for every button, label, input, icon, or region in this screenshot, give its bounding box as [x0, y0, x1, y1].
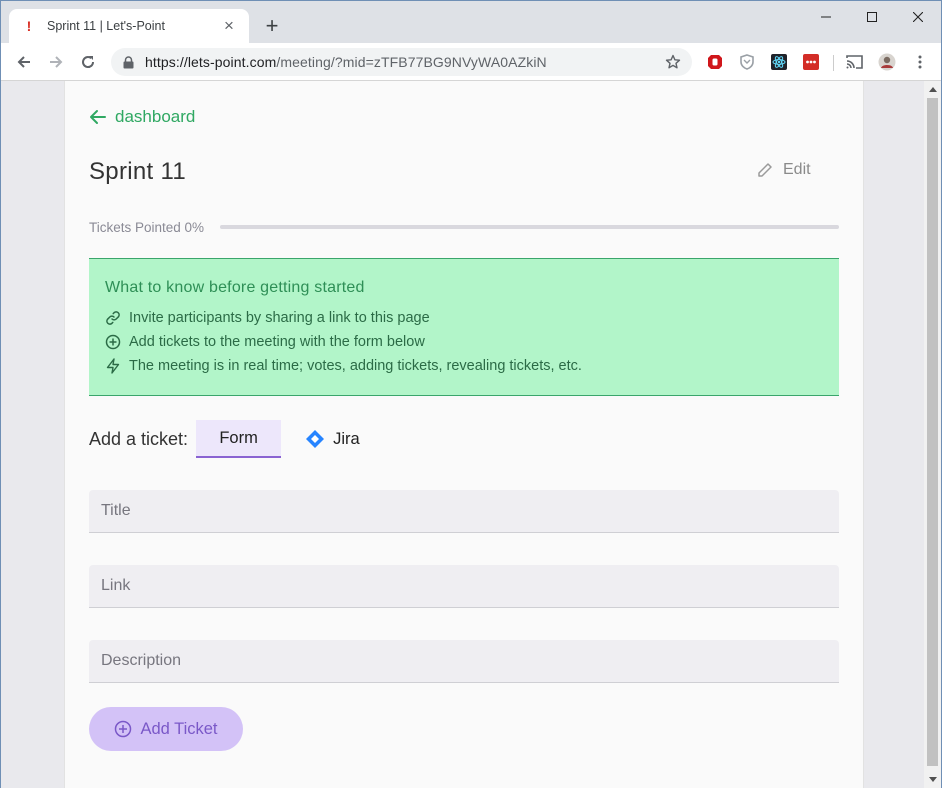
edit-label: Edit	[783, 161, 811, 178]
tab-jira-label: Jira	[333, 429, 360, 448]
scroll-down-arrow[interactable]	[924, 771, 941, 788]
scrollbar-thumb[interactable]	[927, 98, 938, 766]
forward-arrow-icon	[50, 56, 63, 68]
add-ticket-row: Add a ticket: Form Jira	[89, 419, 360, 459]
tab-strip: ! Sprint 11 | Let's-Point × +	[1, 1, 941, 43]
reload-icon	[82, 56, 95, 68]
url-path: /meeting/?mid=zTFB77BG9NVyWA0AZkiN	[276, 54, 547, 70]
react-devtools-icon[interactable]	[770, 53, 788, 71]
info-item-text: Add tickets to the meeting with the form…	[129, 334, 425, 350]
page-viewport: dashboard Sprint 11 Edit Tickets Pointed…	[1, 81, 941, 788]
info-box: What to know before getting started Invi…	[89, 258, 839, 396]
maximize-icon	[867, 12, 877, 22]
window-controls	[803, 1, 941, 33]
kebab-menu-icon[interactable]	[911, 53, 929, 71]
link-field[interactable]	[89, 565, 839, 608]
info-title: What to know before getting started	[105, 279, 365, 296]
back-button[interactable]	[10, 48, 38, 76]
info-item: The meeting is in real time; votes, addi…	[105, 354, 823, 378]
favicon-icon: !	[26, 18, 32, 34]
shield-extension-icon[interactable]	[738, 53, 756, 71]
reload-button[interactable]	[74, 48, 102, 76]
tab-title: Sprint 11 | Let's-Point	[47, 19, 165, 33]
browser-toolbar: https://lets-point.com/meeting/?mid=zTFB…	[1, 43, 941, 81]
meeting-page: dashboard Sprint 11 Edit Tickets Pointed…	[64, 81, 864, 788]
tab-form[interactable]: Form	[196, 420, 282, 458]
chevron-up-icon	[928, 87, 937, 92]
minimize-icon	[821, 16, 831, 18]
ublock-icon[interactable]	[706, 53, 724, 71]
plus-circle-icon	[105, 334, 121, 350]
progress-label: Tickets Pointed 0%	[89, 220, 205, 235]
lightning-icon	[106, 358, 120, 374]
lastpass-icon[interactable]	[802, 53, 820, 71]
info-item-text: The meeting is in real time; votes, addi…	[129, 358, 582, 374]
page-title: Sprint 11	[89, 158, 186, 185]
title-input[interactable]	[89, 490, 839, 532]
arrow-left-icon	[90, 110, 106, 124]
add-ticket-button[interactable]: Add Ticket	[89, 707, 243, 751]
vertical-scrollbar[interactable]	[924, 81, 941, 788]
title-field[interactable]	[89, 490, 839, 533]
add-ticket-label: Add a ticket:	[89, 428, 189, 449]
minimize-button[interactable]	[803, 1, 849, 33]
info-item: Invite participants by sharing a link to…	[105, 306, 823, 330]
forward-button[interactable]	[42, 48, 70, 76]
close-window-button[interactable]	[895, 1, 941, 33]
url-text[interactable]: https://lets-point.com/meeting/?mid=zTFB…	[145, 54, 664, 70]
star-icon[interactable]	[664, 54, 682, 70]
plus-circle-icon	[115, 720, 132, 738]
browser-tab[interactable]: ! Sprint 11 | Let's-Point ×	[9, 9, 249, 43]
tab-close-icon[interactable]: ×	[221, 17, 237, 34]
url-host: https://lets-point.com	[145, 54, 277, 70]
link-input[interactable]	[89, 565, 839, 607]
dashboard-back-link[interactable]: dashboard	[89, 107, 195, 127]
maximize-button[interactable]	[849, 1, 895, 33]
progress-bar	[220, 225, 839, 229]
lock-icon[interactable]	[123, 55, 137, 69]
jira-icon	[306, 430, 325, 448]
edit-button[interactable]: Edit	[757, 161, 811, 179]
back-link-label: dashboard	[115, 107, 196, 126]
description-input[interactable]	[89, 640, 839, 682]
cast-icon[interactable]	[846, 53, 864, 71]
info-item: Add tickets to the meeting with the form…	[105, 330, 823, 354]
scroll-up-arrow[interactable]	[924, 81, 941, 98]
close-icon	[913, 12, 923, 22]
chevron-down-icon	[928, 777, 937, 782]
profile-avatar[interactable]	[878, 53, 896, 71]
new-tab-button[interactable]: +	[259, 14, 285, 40]
toolbar-separator	[833, 55, 834, 71]
link-icon	[106, 311, 120, 325]
info-item-text: Invite participants by sharing a link to…	[129, 310, 430, 326]
add-ticket-button-label: Add Ticket	[140, 719, 218, 738]
tab-jira[interactable]: Jira	[305, 420, 360, 458]
back-arrow-icon	[17, 56, 30, 68]
browser-window: ! Sprint 11 | Let's-Point × + https://le…	[0, 0, 942, 788]
description-field[interactable]	[89, 640, 839, 683]
address-bar[interactable]: https://lets-point.com/meeting/?mid=zTFB…	[111, 48, 692, 76]
pencil-icon	[758, 163, 772, 177]
